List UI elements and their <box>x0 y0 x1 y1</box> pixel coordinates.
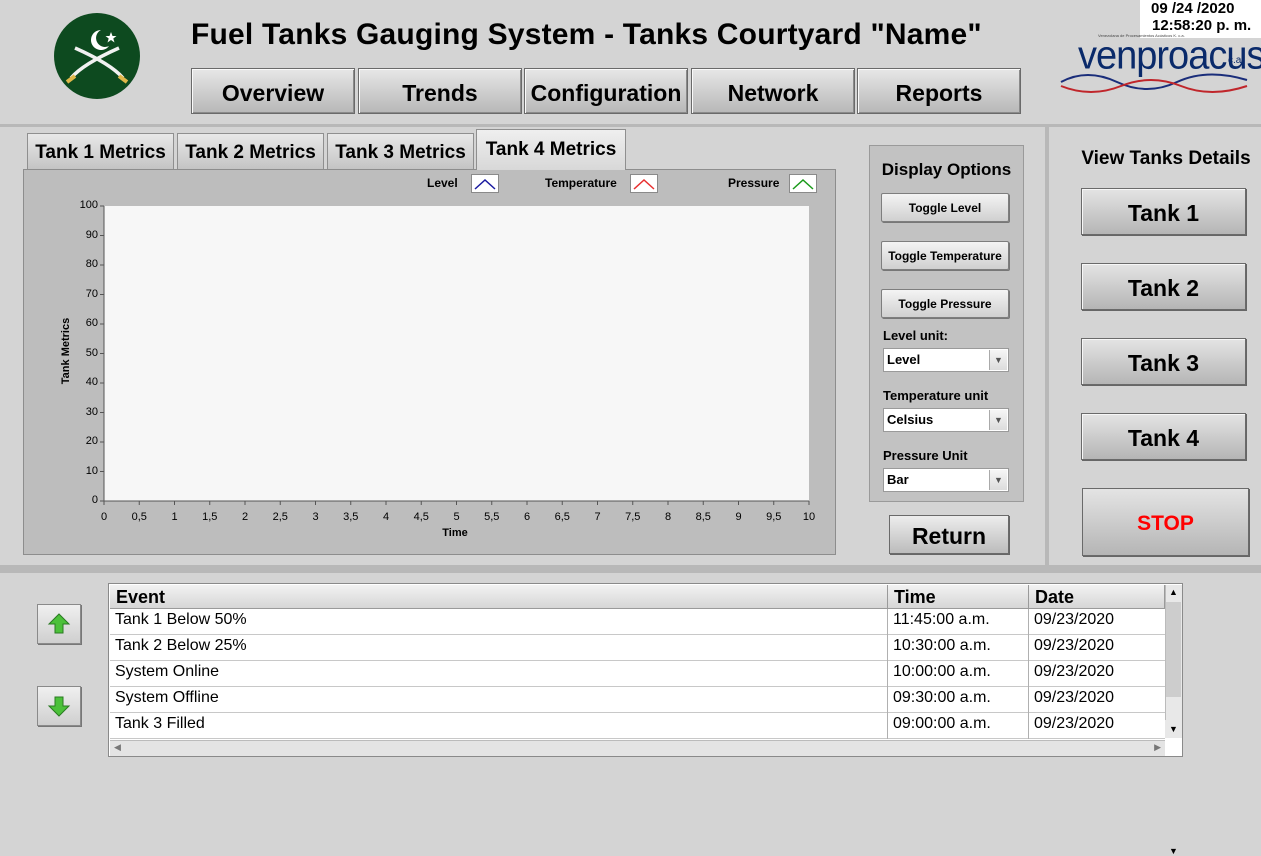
chevron-down-icon[interactable]: ▼ <box>989 410 1007 430</box>
green-down-arrow-icon <box>47 696 71 717</box>
event-cell: Tank 3 Filled <box>110 713 888 739</box>
x-tick-label: 6,5 <box>554 511 570 523</box>
x-tick-label: 7 <box>594 511 601 523</box>
chart-axes <box>100 205 810 505</box>
x-tick-label: 1,5 <box>202 511 218 523</box>
x-tick-label: 3,5 <box>343 511 359 523</box>
date-cell: 09/23/2020 <box>1034 715 1115 732</box>
scroll-down-arrow-icon[interactable]: ▼ <box>1169 846 1178 856</box>
vertical-scrollbar-thumb[interactable] <box>1166 602 1181 697</box>
y-tick-label: 40 <box>85 376 98 388</box>
level-unit-label: Level unit: <box>883 328 949 343</box>
stop-button[interactable]: STOP <box>1082 488 1249 556</box>
scroll-up-button[interactable] <box>37 604 81 644</box>
tank-3-button[interactable]: Tank 3 <box>1081 338 1246 385</box>
tank-2-button[interactable]: Tank 2 <box>1081 263 1246 310</box>
y-tick-label: 0 <box>91 494 98 506</box>
event-cell: System Online <box>110 661 888 687</box>
vertical-divider <box>1045 127 1049 565</box>
temperature-unit-select[interactable]: Celsius ▼ <box>883 408 1009 432</box>
date-cell: 09/23/2020 <box>1034 611 1115 628</box>
table-row[interactable]: System Online 10:00:00 a.m. 09/23/2020 <box>110 661 1165 687</box>
x-tick-label: 0 <box>100 511 108 523</box>
time-cell: 11:45:00 a.m. <box>888 609 1029 635</box>
event-cell: Tank 1 Below 50% <box>110 609 888 635</box>
y-tick-label: 80 <box>85 258 98 270</box>
toggle-temperature-button[interactable]: Toggle Temperature <box>881 241 1009 270</box>
x-tick-label: 8,5 <box>695 511 711 523</box>
x-tick-label: 7,5 <box>625 511 641 523</box>
y-tick-label: 70 <box>85 287 98 300</box>
view-tanks-details-title: View Tanks Details <box>1081 148 1251 169</box>
y-tick-label: 60 <box>85 317 98 329</box>
column-header-date[interactable]: Date <box>1029 585 1165 609</box>
date-cell: 09/23/2020 <box>1034 637 1115 654</box>
time-cell: 10:30:00 a.m. <box>888 635 1029 661</box>
x-tick-label: 3 <box>312 511 319 523</box>
chevron-down-icon[interactable]: ▼ <box>989 470 1007 490</box>
table-row[interactable]: Tank 1 Below 50% 11:45:00 a.m. 09/23/202… <box>110 609 1165 635</box>
tab-tank-4-metrics[interactable]: Tank 4 Metrics <box>476 129 626 170</box>
date-cell: 09/23/2020 <box>1034 663 1115 680</box>
x-tick-label: 0,5 <box>131 511 147 523</box>
date-cell: 09/23/2020 <box>1034 689 1115 706</box>
pressure-unit-value: Bar <box>887 472 909 487</box>
tank-4-button[interactable]: Tank 4 <box>1081 413 1246 460</box>
scroll-left-arrow-icon[interactable]: ◀ <box>114 742 121 753</box>
x-tick-label: 9,5 <box>766 511 782 523</box>
x-tick-label: 1 <box>171 511 178 523</box>
x-tick-label: 5 <box>453 511 460 523</box>
y-tick-label: 100 <box>79 199 98 211</box>
x-tick-label: 9 <box>735 511 742 523</box>
x-tick-label: 2,5 <box>272 511 288 523</box>
toggle-level-button[interactable]: Toggle Level <box>881 193 1009 222</box>
tank-1-button[interactable]: Tank 1 <box>1081 188 1246 235</box>
scroll-right-arrow-icon[interactable]: ▶ <box>1154 742 1161 753</box>
brand-suffix: c.a. <box>1228 55 1245 66</box>
chevron-down-icon[interactable]: ▼ <box>989 350 1007 370</box>
current-date: 09 /24 /2020 <box>1151 0 1235 17</box>
column-header-time[interactable]: Time <box>888 585 1029 609</box>
table-row[interactable]: Tank 3 Filled 09:00:00 a.m. 09/23/2020 <box>110 713 1165 739</box>
y-tick-label: 50 <box>85 346 98 359</box>
time-cell: 09:30:00 a.m. <box>888 687 1029 713</box>
events-divider <box>0 565 1261 573</box>
scroll-up-arrow-icon[interactable]: ▲ <box>1169 587 1178 597</box>
column-header-event[interactable]: Event <box>110 585 888 609</box>
x-tick-label: 5,5 <box>484 511 500 523</box>
x-tick-label: 8 <box>664 511 672 523</box>
display-options-title: Display Options <box>881 160 1012 179</box>
toggle-pressure-button[interactable]: Toggle Pressure <box>881 289 1009 318</box>
table-row[interactable]: Tank 2 Below 25% 10:30:00 a.m. 09/23/202… <box>110 635 1165 661</box>
table-row[interactable]: System Offline 09:30:00 a.m. 09/23/2020 <box>110 687 1165 713</box>
x-tick-label: 4,5 <box>413 511 429 523</box>
time-cell: 10:00:00 a.m. <box>888 661 1029 687</box>
event-cell: Tank 2 Below 25% <box>110 635 888 661</box>
x-tick-label: 2 <box>241 511 249 523</box>
x-tick-label: 10 <box>802 511 816 523</box>
y-tick-label: 20 <box>85 435 98 447</box>
scroll-down-button[interactable] <box>37 686 81 726</box>
level-unit-select[interactable]: Level ▼ <box>883 348 1009 372</box>
x-tick-label: 6 <box>523 511 531 523</box>
horizontal-scrollbar[interactable]: ◀ ▶ <box>110 740 1165 756</box>
x-tick-label: 4 <box>382 511 390 523</box>
return-button[interactable]: Return <box>889 515 1009 554</box>
level-unit-value: Level <box>887 352 921 367</box>
green-up-arrow-icon <box>47 613 71 634</box>
pressure-unit-select[interactable]: Bar ▼ <box>883 468 1009 492</box>
x-axis-label: Time <box>442 527 468 539</box>
temperature-unit-value: Celsius <box>887 412 934 427</box>
pressure-unit-label: Pressure Unit <box>883 448 968 463</box>
y-tick-label: 30 <box>85 405 98 418</box>
y-tick-label: 10 <box>85 464 98 477</box>
y-axis-label: Tank Metrics <box>60 317 72 385</box>
y-tick-label: 90 <box>85 228 98 241</box>
event-cell: System Offline <box>110 687 888 713</box>
scroll-down-arrow-icon[interactable]: ▼ <box>1165 720 1182 738</box>
time-cell: 09:00:00 a.m. <box>888 713 1029 739</box>
temperature-unit-label: Temperature unit <box>883 388 989 403</box>
